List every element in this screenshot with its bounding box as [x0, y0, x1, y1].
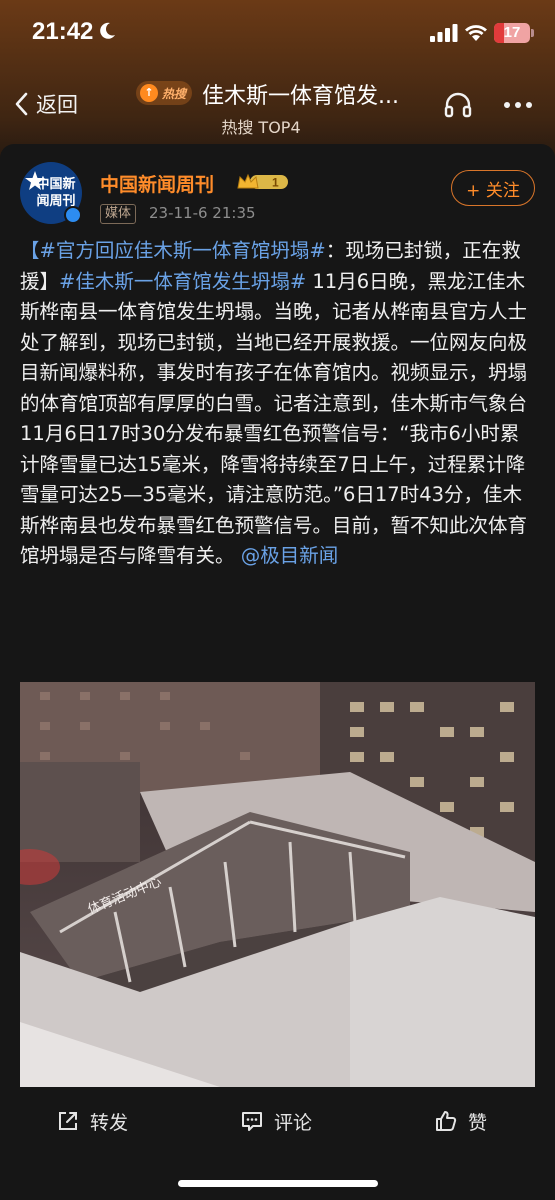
- wifi-icon: [465, 25, 487, 41]
- comment-icon: [242, 1112, 262, 1131]
- action-bar: 转发 评论 赞: [0, 1096, 555, 1146]
- topic-link[interactable]: #佳木斯一体育馆发生坍塌#: [59, 270, 306, 293]
- verified-badge-icon: [64, 206, 82, 224]
- chevron-left-icon: [15, 92, 28, 116]
- post-image[interactable]: 体育活动中心: [20, 682, 535, 1087]
- page-subtitle: 热搜 TOP4: [221, 118, 301, 137]
- battery-cap: [531, 29, 534, 37]
- nav-title-area: ↑ 热搜 佳木斯一体育馆发... 热搜 TOP4: [136, 78, 426, 138]
- hot-badge-label: 热搜: [162, 86, 187, 101]
- topic-link[interactable]: 【#官方回应佳木斯一体育馆坍塌#: [20, 239, 326, 262]
- avatar-logo-text: 中国新闻周刊: [36, 177, 76, 209]
- hot-icon: ↑: [140, 84, 158, 102]
- thumbs-up-icon: [436, 1111, 457, 1131]
- page-title: 佳木斯一体育馆发...: [202, 84, 399, 109]
- repost-label: 转发: [90, 1111, 129, 1134]
- badge-level: 1: [272, 176, 279, 190]
- repost-icon: [59, 1112, 77, 1130]
- back-button[interactable]: 返回: [14, 88, 78, 120]
- crown-level-badge-icon: 1: [237, 173, 288, 190]
- mention-link[interactable]: @极目新闻: [241, 544, 339, 567]
- battery-percent: 17: [503, 24, 521, 41]
- home-indicator[interactable]: [178, 1180, 378, 1187]
- post-text-segment: 11月6日晚，黑龙江佳木斯桦南县一体育馆发生坍塌。当晚，记者从桦南县官方人士处了…: [20, 269, 528, 568]
- repost-button[interactable]: 转发: [56, 1106, 128, 1136]
- like-button[interactable]: 赞: [434, 1106, 487, 1136]
- top-nav: 返回 ↑ 热搜 佳木斯一体育馆发... 热搜 TOP4: [0, 64, 555, 144]
- post-text: 【#官方回应佳木斯一体育馆坍塌#：现场已封锁，正在救援】#佳木斯一体育馆发生坍塌…: [20, 236, 535, 572]
- status-time: 21:42: [32, 18, 94, 45]
- like-label: 赞: [468, 1111, 488, 1134]
- comment-button[interactable]: 评论: [240, 1106, 312, 1136]
- post-time: 23-11-6 21:35: [149, 204, 256, 222]
- collapsed-gym-photo: 体育活动中心: [20, 682, 535, 1087]
- moon-icon: [100, 22, 115, 39]
- headphone-icon[interactable]: [443, 90, 473, 120]
- comment-label: 评论: [274, 1111, 313, 1134]
- more-icon[interactable]: [502, 90, 534, 120]
- follow-button[interactable]: + 关注: [451, 170, 535, 206]
- media-tag: 媒体: [100, 204, 137, 224]
- back-label: 返回: [36, 93, 78, 117]
- post-card: 中国新闻周刊 中国新闻周刊 1 媒体 23-11-6 21:35 + 关注 【#…: [0, 144, 555, 1200]
- status-bar: 21:42 17: [0, 0, 555, 64]
- battery-indicator: 17: [494, 23, 530, 43]
- cellular-signal-icon: [430, 24, 458, 42]
- hot-search-badge: ↑ 热搜: [136, 81, 193, 105]
- author-name[interactable]: 中国新闻周刊: [100, 170, 214, 197]
